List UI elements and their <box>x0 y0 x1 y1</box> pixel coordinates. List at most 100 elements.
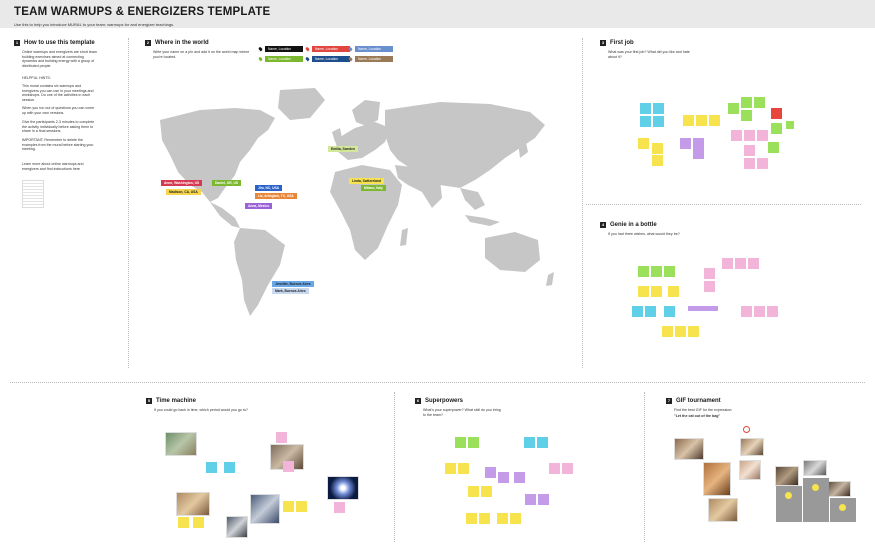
sticky-note[interactable] <box>771 123 782 134</box>
sticky-note[interactable] <box>549 463 560 474</box>
sticky-note[interactable] <box>662 326 673 337</box>
sticky-note[interactable] <box>651 286 662 297</box>
sticky-note[interactable] <box>653 103 664 114</box>
sticky-note[interactable] <box>728 103 739 114</box>
gif-image[interactable] <box>740 438 764 456</box>
gif-image[interactable] <box>803 460 827 476</box>
sticky-note[interactable] <box>683 115 694 126</box>
sticky-note[interactable] <box>458 463 469 474</box>
sticky-note[interactable] <box>768 142 779 153</box>
photo[interactable] <box>165 432 197 456</box>
photo[interactable] <box>226 516 248 538</box>
sticky-note[interactable] <box>680 138 691 149</box>
sticky-note[interactable] <box>668 286 679 297</box>
sticky-note[interactable] <box>744 158 755 169</box>
sticky-note[interactable] <box>664 266 675 277</box>
sticky-note[interactable] <box>754 97 765 108</box>
legend-item[interactable]: Name, Location <box>355 56 393 62</box>
sticky-note[interactable] <box>638 138 649 149</box>
sticky-note[interactable] <box>735 258 746 269</box>
sticky-note[interactable] <box>741 306 752 317</box>
sticky-note[interactable] <box>757 158 768 169</box>
pin-label[interactable]: Jennifer, Buenos Aires <box>272 281 314 287</box>
sticky-note[interactable] <box>276 432 287 443</box>
sticky-note[interactable] <box>334 502 345 513</box>
sticky-note[interactable] <box>468 486 479 497</box>
gif-image[interactable] <box>708 498 738 522</box>
sticky-note[interactable] <box>675 326 686 337</box>
gif-image[interactable] <box>827 481 851 497</box>
gif-image[interactable] <box>674 438 704 460</box>
template-thumbnail[interactable] <box>22 180 44 208</box>
sticky-note[interactable] <box>652 155 663 166</box>
sticky-note[interactable] <box>466 513 477 524</box>
photo[interactable] <box>327 476 359 500</box>
sticky-note[interactable] <box>688 306 718 311</box>
sticky-note[interactable] <box>709 115 720 126</box>
sticky-note[interactable] <box>525 494 536 505</box>
sticky-note[interactable] <box>741 110 752 121</box>
sticky-note[interactable] <box>688 326 699 337</box>
sticky-note[interactable] <box>178 517 189 528</box>
sticky-note[interactable] <box>771 108 782 119</box>
sticky-note[interactable] <box>632 306 643 317</box>
sticky-note[interactable] <box>640 116 651 127</box>
sticky-note[interactable] <box>693 148 704 159</box>
sticky-note[interactable] <box>704 268 715 279</box>
pin-label[interactable]: Anne, Washington, US <box>161 180 203 186</box>
sticky-note[interactable] <box>653 116 664 127</box>
sticky-note[interactable] <box>497 513 508 524</box>
photo[interactable] <box>176 492 210 516</box>
sticky-note[interactable] <box>537 437 548 448</box>
sticky-note[interactable] <box>445 463 456 474</box>
sticky-note[interactable] <box>722 258 733 269</box>
sticky-note[interactable] <box>485 467 496 478</box>
sticky-note[interactable] <box>664 306 675 317</box>
gif-image[interactable] <box>703 462 731 496</box>
sticky-note[interactable] <box>757 130 768 141</box>
sticky-note[interactable] <box>638 266 649 277</box>
how-to-paragraph-6[interactable]: Learn more about online warmups and ener… <box>22 162 97 171</box>
sticky-note[interactable] <box>224 462 235 473</box>
sticky-note[interactable] <box>704 281 715 292</box>
sticky-note[interactable] <box>696 115 707 126</box>
legend-item[interactable]: Name, Location <box>312 46 350 52</box>
sticky-note[interactable] <box>640 103 651 114</box>
sticky-note[interactable] <box>652 143 663 154</box>
pin-label[interactable]: Daniel, OR, US <box>212 180 242 186</box>
sticky-note[interactable] <box>744 130 755 141</box>
legend-item[interactable]: Name, Location <box>312 56 350 62</box>
sticky-note[interactable] <box>741 97 752 108</box>
sticky-note[interactable] <box>283 501 294 512</box>
sticky-note[interactable] <box>538 494 549 505</box>
pin-label[interactable]: Linda, Switzerland <box>349 178 384 184</box>
sticky-note[interactable] <box>283 461 294 472</box>
pin-label[interactable]: Anna, Mexico <box>245 203 273 209</box>
sticky-note[interactable] <box>455 437 466 448</box>
sticky-note[interactable] <box>731 130 742 141</box>
sticky-note[interactable] <box>479 513 490 524</box>
photo[interactable] <box>250 494 280 524</box>
sticky-note[interactable] <box>514 472 525 483</box>
sticky-note[interactable] <box>510 513 521 524</box>
sticky-note[interactable] <box>468 437 479 448</box>
pin-label[interactable]: Jim, NC, USA <box>255 185 283 191</box>
sticky-note[interactable] <box>748 258 759 269</box>
sticky-note[interactable] <box>498 472 509 483</box>
sticky-note[interactable] <box>638 286 649 297</box>
pin-label[interactable]: Milano, Italy <box>361 185 386 191</box>
sticky-note[interactable] <box>481 486 492 497</box>
sticky-note[interactable] <box>193 517 204 528</box>
gif-image[interactable] <box>739 460 761 480</box>
sticky-note[interactable] <box>754 306 765 317</box>
sticky-note[interactable] <box>651 266 662 277</box>
sticky-note[interactable] <box>744 145 755 156</box>
sticky-note[interactable] <box>524 437 535 448</box>
pin-label[interactable]: Madison, CA, USA <box>166 189 201 195</box>
legend-item[interactable]: Name, Location <box>355 46 393 52</box>
legend-item[interactable]: Name, Location <box>265 56 303 62</box>
sticky-note[interactable] <box>296 501 307 512</box>
gif-image[interactable] <box>775 466 799 486</box>
sticky-note[interactable] <box>562 463 573 474</box>
sticky-note[interactable] <box>206 462 217 473</box>
